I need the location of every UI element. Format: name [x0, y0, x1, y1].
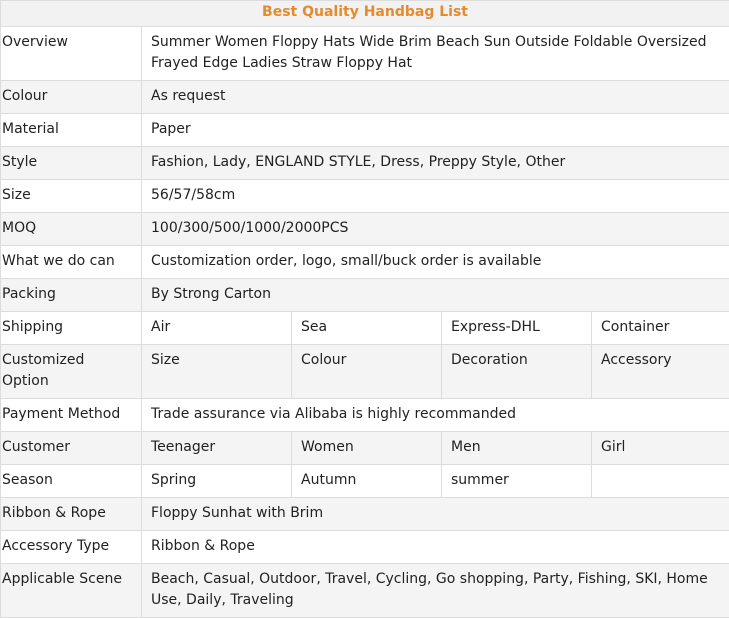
row-label: Packing — [1, 279, 142, 312]
table-row: Season Spring Autumn summer — [1, 465, 729, 498]
row-value: Ribbon & Rope — [142, 531, 729, 564]
row-label: Style — [1, 147, 142, 180]
row-label: Customer — [1, 432, 142, 465]
table-row: Overview Summer Women Floppy Hats Wide B… — [1, 27, 729, 81]
row-value: By Strong Carton — [142, 279, 729, 312]
row-cell: Spring — [142, 465, 292, 498]
row-value: 100/300/500/1000/2000PCS — [142, 213, 729, 246]
row-cell: Men — [442, 432, 592, 465]
row-cell: Accessory — [592, 345, 729, 399]
row-cell: Size — [142, 345, 292, 399]
row-cell — [592, 465, 729, 498]
row-cell: summer — [442, 465, 592, 498]
table-row: Ribbon & Rope Floppy Sunhat with Brim — [1, 498, 729, 531]
row-cell: Decoration — [442, 345, 592, 399]
table-row: Customized Option Size Colour Decoration… — [1, 345, 729, 399]
row-value: Customization order, logo, small/buck or… — [142, 246, 729, 279]
table-row: Colour As request — [1, 81, 729, 114]
row-label: Customized Option — [1, 345, 142, 399]
row-value: Floppy Sunhat with Brim — [142, 498, 729, 531]
row-value: Fashion, Lady, ENGLAND STYLE, Dress, Pre… — [142, 147, 729, 180]
row-label: Season — [1, 465, 142, 498]
table-title-row: Best Quality Handbag List — [1, 1, 729, 27]
row-cell: Women — [292, 432, 442, 465]
row-cell: Colour — [292, 345, 442, 399]
row-cell: Sea — [292, 312, 442, 345]
table-row: MOQ 100/300/500/1000/2000PCS — [1, 213, 729, 246]
row-label: Material — [1, 114, 142, 147]
table-row: Packing By Strong Carton — [1, 279, 729, 312]
table-row: Material Paper — [1, 114, 729, 147]
table-row: Size 56/57/58cm — [1, 180, 729, 213]
row-cell: Girl — [592, 432, 729, 465]
row-label: What we do can — [1, 246, 142, 279]
handbag-spec-table: Best Quality Handbag List Overview Summe… — [0, 0, 729, 618]
table-row: Shipping Air Sea Express-DHL Container — [1, 312, 729, 345]
row-cell: Air — [142, 312, 292, 345]
row-label: Shipping — [1, 312, 142, 345]
row-label: MOQ — [1, 213, 142, 246]
row-value: Trade assurance via Alibaba is highly re… — [142, 399, 729, 432]
table-row: Payment Method Trade assurance via Aliba… — [1, 399, 729, 432]
row-label: Applicable Scene — [1, 564, 142, 618]
row-value: 56/57/58cm — [142, 180, 729, 213]
row-label: Colour — [1, 81, 142, 114]
row-label: Ribbon & Rope — [1, 498, 142, 531]
table-row: Customer Teenager Women Men Girl — [1, 432, 729, 465]
row-cell: Autumn — [292, 465, 442, 498]
row-label: Accessory Type — [1, 531, 142, 564]
row-cell: Teenager — [142, 432, 292, 465]
row-value: Paper — [142, 114, 729, 147]
table-row: What we do can Customization order, logo… — [1, 246, 729, 279]
row-value: Summer Women Floppy Hats Wide Brim Beach… — [142, 27, 729, 81]
table-row: Style Fashion, Lady, ENGLAND STYLE, Dres… — [1, 147, 729, 180]
row-cell: Express-DHL — [442, 312, 592, 345]
row-value: As request — [142, 81, 729, 114]
row-cell: Container — [592, 312, 729, 345]
row-label: Size — [1, 180, 142, 213]
row-label: Payment Method — [1, 399, 142, 432]
table-row: Accessory Type Ribbon & Rope — [1, 531, 729, 564]
row-label: Overview — [1, 27, 142, 81]
table-title: Best Quality Handbag List — [1, 1, 729, 27]
table-row: Applicable Scene Beach, Casual, Outdoor,… — [1, 564, 729, 618]
row-value: Beach, Casual, Outdoor, Travel, Cycling,… — [142, 564, 729, 618]
